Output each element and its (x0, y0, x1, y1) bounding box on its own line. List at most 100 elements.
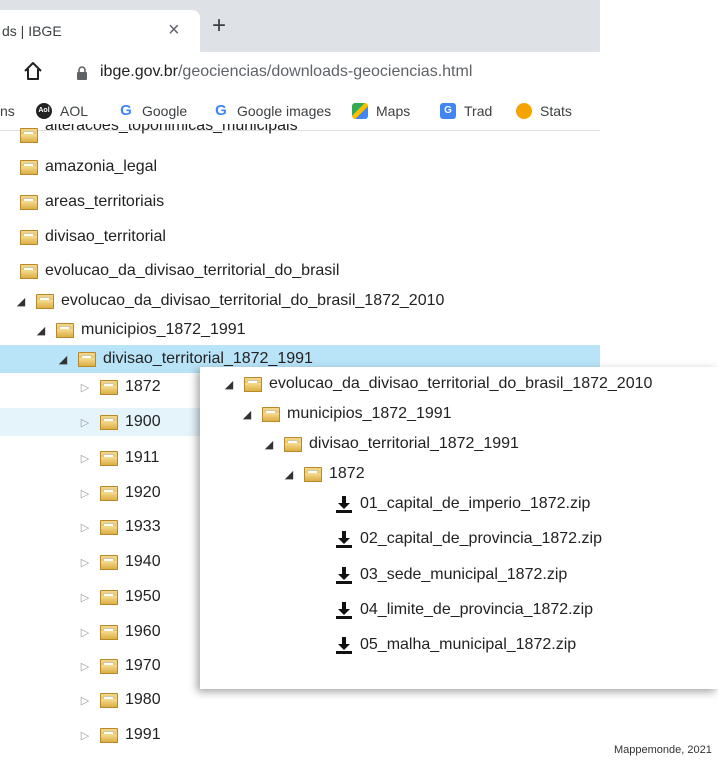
zip-file-item[interactable]: 02_capital_de_provincia_1872.zip (334, 525, 602, 553)
folder-icon (100, 519, 118, 535)
expand-arrow-icon[interactable]: ◢ (262, 438, 276, 451)
tree-item-label: evolucao_da_divisao_territorial_do_brasi… (45, 262, 340, 279)
tree-item[interactable]: amazonia_legal (20, 153, 157, 181)
home-icon[interactable] (22, 60, 44, 82)
tree-year-item[interactable]: ▷ 1933 (78, 513, 161, 541)
tree-item-label: areas_territoriais (45, 193, 165, 210)
bookmark-maps[interactable]: Maps (352, 103, 410, 119)
tree-item-label: 1950 (125, 588, 161, 605)
bookmark-trad[interactable]: G Trad (440, 103, 492, 119)
tree-item-expanded[interactable]: ◢ divisao_territorial_1872_1991 (262, 430, 519, 458)
folder-icon (244, 376, 262, 392)
stats-icon (516, 103, 532, 119)
expand-arrow-icon[interactable]: ◢ (56, 353, 70, 366)
folder-icon (100, 624, 118, 640)
folder-icon (100, 379, 118, 395)
collapse-arrow-icon[interactable]: ▷ (78, 660, 92, 673)
folder-icon (100, 727, 118, 743)
translate-icon: G (440, 103, 456, 119)
folder-icon (20, 263, 38, 279)
tab-title: ds | IBGE (2, 23, 62, 39)
lock-icon (77, 66, 87, 80)
tree-item[interactable]: divisao_territorial (20, 223, 166, 251)
bookmark-label: Google images (237, 103, 332, 119)
tree-item[interactable]: evolucao_da_divisao_territorial_do_brasi… (20, 257, 339, 285)
address-bar[interactable]: ibge.gov.br/geociencias/downloads-geocie… (100, 63, 472, 81)
collapse-arrow-icon[interactable]: ▷ (78, 591, 92, 604)
download-icon (336, 637, 352, 654)
bookmark-stats[interactable]: Stats (516, 103, 572, 119)
zip-file-item[interactable]: 04_limite_de_provincia_1872.zip (334, 596, 593, 624)
tree-year-item[interactable]: ▷ 1900 (0, 408, 200, 436)
tree-year-item[interactable]: ▷ 1991 (78, 721, 161, 749)
bookmark-label: ns (0, 103, 15, 119)
bookmark-google-images[interactable]: G Google images (213, 102, 332, 120)
tree-year-item[interactable]: ▷ 1872 (78, 373, 161, 401)
tree-item-expanded[interactable]: ◢ municipios_1872_1991 (34, 316, 246, 344)
tree-item-label: 1900 (125, 413, 161, 430)
tree-item[interactable]: areas_territoriais (20, 188, 164, 216)
tree-item-expanded[interactable]: ◢ 1872 (282, 460, 365, 488)
tree-year-item[interactable]: ▷ 1950 (78, 583, 161, 611)
collapse-arrow-icon[interactable]: ▷ (78, 452, 92, 465)
expand-arrow-icon[interactable]: ◢ (34, 324, 48, 337)
collapse-arrow-icon[interactable]: ▷ (78, 416, 92, 429)
tree-year-item[interactable]: ▷ 1970 (78, 652, 161, 680)
zip-file-item[interactable]: 05_malha_municipal_1872.zip (334, 631, 576, 659)
collapse-arrow-icon[interactable]: ▷ (78, 694, 92, 707)
file-name: 03_sede_municipal_1872.zip (360, 566, 568, 583)
folder-icon (36, 293, 54, 309)
tree-year-item[interactable]: ▷ 1911 (78, 444, 160, 472)
file-name: 05_malha_municipal_1872.zip (360, 636, 577, 653)
maps-icon (352, 103, 368, 119)
tree-year-item[interactable]: ▷ 1920 (78, 479, 161, 507)
browser-tab[interactable]: ds | IBGE × (0, 10, 200, 52)
zip-file-item[interactable]: 01_capital_de_imperio_1872.zip (334, 490, 590, 518)
collapse-arrow-icon[interactable]: ▷ (78, 556, 92, 569)
new-tab-button[interactable]: + (212, 14, 226, 38)
tree-item-label: divisao_territorial_1872_1991 (103, 350, 313, 367)
download-icon (336, 567, 352, 584)
bookmark-label: Google (142, 103, 188, 119)
tree-item-label: alteracoes_toponimicas_municipais (45, 124, 298, 134)
collapse-arrow-icon[interactable]: ▷ (78, 487, 92, 500)
tree-item-expanded[interactable]: ◢ evolucao_da_divisao_territorial_do_bra… (14, 287, 445, 315)
collapse-arrow-icon[interactable]: ▷ (78, 729, 92, 742)
tree-item-expanded[interactable]: ◢ municipios_1872_1991 (240, 400, 452, 428)
tree-year-item[interactable]: ▷ 1940 (78, 548, 161, 576)
tree-item-label: 1991 (125, 726, 161, 743)
tree-item-label: evolucao_da_divisao_territorial_do_brasi… (61, 292, 445, 309)
url-host: ibge.gov.br (100, 63, 178, 80)
close-tab-icon[interactable]: × (168, 19, 180, 42)
expand-arrow-icon[interactable]: ◢ (14, 295, 28, 308)
folder-icon (20, 127, 38, 143)
tree-item-label: amazonia_legal (45, 158, 158, 175)
download-icon (336, 602, 352, 619)
collapse-arrow-icon[interactable]: ▷ (78, 626, 92, 639)
bookmark-label: Maps (376, 103, 411, 119)
tree-item-partial[interactable]: alteracoes_toponimicas_municipais (20, 124, 298, 146)
folder-icon (20, 229, 38, 245)
tree-year-item[interactable]: ▷ 1960 (78, 618, 161, 646)
bookmark-aol[interactable]: Aol AOL (36, 103, 88, 119)
google-icon: G (215, 102, 227, 119)
expand-arrow-icon[interactable]: ◢ (222, 378, 236, 391)
tree-item-label: municipios_1872_1991 (81, 321, 246, 338)
zip-file-item[interactable]: 03_sede_municipal_1872.zip (334, 561, 567, 589)
bookmark-google[interactable]: G Google (118, 102, 188, 120)
folder-icon (20, 194, 38, 210)
tab-strip: ds | IBGE × + (0, 0, 600, 52)
collapse-arrow-icon[interactable]: ▷ (78, 381, 92, 394)
tree-item-label: municipios_1872_1991 (287, 405, 452, 422)
expand-arrow-icon[interactable]: ◢ (240, 408, 254, 421)
tree-item-expanded[interactable]: ◢ evolucao_da_divisao_territorial_do_bra… (222, 370, 653, 398)
tree-item-label: 1872 (329, 465, 365, 482)
url-path: /geociencias/downloads-geociencias.html (177, 63, 473, 80)
tree-year-item[interactable]: ▷ 1980 (78, 686, 161, 714)
expand-arrow-icon[interactable]: ◢ (282, 468, 296, 481)
download-icon (336, 496, 352, 513)
google-icon: G (120, 102, 132, 119)
bookmark-apps[interactable]: ns (0, 103, 15, 119)
tree-item-label: 1872 (125, 378, 161, 395)
collapse-arrow-icon[interactable]: ▷ (78, 521, 92, 534)
